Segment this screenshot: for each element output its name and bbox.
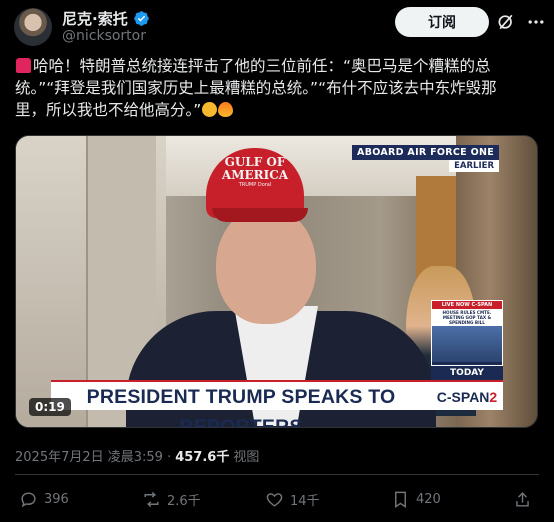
view-count: 457.6千 xyxy=(175,450,230,465)
action-bar: 396 2.6千 14千 420 xyxy=(15,490,540,514)
headline-bar: PRESIDENT TRUMP SPEAKS TO REPORTERS xyxy=(51,380,431,427)
earlier-badge: EARLIER xyxy=(449,160,499,172)
views-label: 视图 xyxy=(233,450,260,465)
tweet-text: 哈哈！特朗普总统接连抨击了他的三位前任：“奥巴马是个糟糕的总 统。”“拜登是我们… xyxy=(15,55,540,121)
share-button[interactable] xyxy=(513,490,532,509)
siren-emoji-icon xyxy=(16,58,31,73)
video-duration: 0:19 xyxy=(29,398,71,416)
lower-third: TODAY PRESIDENT TRUMP SPEAKS TO REPORTER… xyxy=(16,366,537,427)
repost-icon xyxy=(144,491,159,508)
reply-count: 396 xyxy=(44,492,69,507)
live-now-thumbnail xyxy=(432,326,502,362)
cspan-logo: C-SPAN2 xyxy=(431,380,503,410)
video-player[interactable]: GULF OF AMERICA TRUMP Doral ABOARD AIR F… xyxy=(15,135,538,428)
live-now-label: LIVE NOW C-SPAN xyxy=(432,301,502,309)
avatar[interactable] xyxy=(14,8,52,46)
bookmark-count: 420 xyxy=(416,492,441,507)
more-icon[interactable] xyxy=(526,12,546,32)
timestamp[interactable]: 2025年7月2日 凌晨3:59 · xyxy=(15,446,171,465)
display-name[interactable]: 尼克·索托 xyxy=(62,8,128,29)
like-count: 14千 xyxy=(290,494,320,509)
repost-button[interactable]: 2.6千 xyxy=(142,490,201,509)
tweet-line-2: 统。”“拜登是我们国家历史上最糟糕的总统。”“布什不应该去中东炸毁那 xyxy=(15,79,497,97)
cap-text: GULF OF AMERICA TRUMP Doral xyxy=(221,155,289,189)
live-now-box: LIVE NOW C-SPAN HOUSE RULES CMTE. MEETIN… xyxy=(431,300,503,366)
reply-button[interactable]: 396 xyxy=(19,490,69,509)
heart-icon xyxy=(266,493,283,507)
author-name-row: 尼克·索托 xyxy=(62,8,150,29)
bookmark-icon xyxy=(395,491,406,508)
video-scene-cap-brim xyxy=(212,208,308,222)
fire-emoji-icon xyxy=(218,102,234,117)
divider xyxy=(15,474,539,475)
rofl-emoji-icon xyxy=(202,102,218,117)
video-scene-face xyxy=(216,206,316,324)
today-label: TODAY xyxy=(431,366,503,380)
tweet-line-3: 里，所以我也不给他高分。” xyxy=(15,99,540,121)
grok-icon[interactable] xyxy=(496,12,516,32)
author-handle[interactable]: @nicksortor xyxy=(62,28,146,44)
aboard-badge: ABOARD AIR FORCE ONE xyxy=(352,145,499,160)
like-button[interactable]: 14千 xyxy=(265,490,320,509)
repost-count: 2.6千 xyxy=(167,494,201,509)
reply-icon xyxy=(21,492,36,508)
subscribe-button[interactable]: 订阅 xyxy=(395,7,489,37)
live-now-subtitle: HOUSE RULES CMTE. MEETING GOP TAX & SPEN… xyxy=(432,309,502,326)
verified-badge-icon xyxy=(133,11,149,26)
bookmark-button[interactable]: 420 xyxy=(391,490,441,509)
tweet-line-1: 哈哈！特朗普总统接连抨击了他的三位前任：“奥巴马是个糟糕的总 xyxy=(15,55,540,77)
share-icon xyxy=(516,492,529,507)
tweet-meta: 2025年7月2日 凌晨3:59 · 457.6千 视图 xyxy=(15,446,259,465)
